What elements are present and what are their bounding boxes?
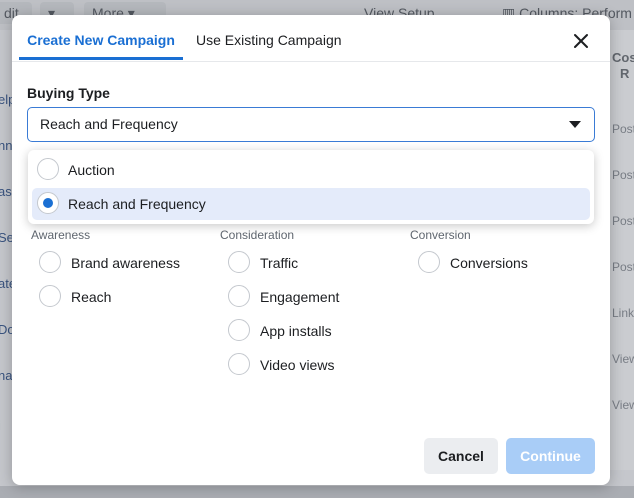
objective-brand-awareness[interactable]: Brand awareness <box>39 251 199 275</box>
tab-use-existing-campaign[interactable]: Use Existing Campaign <box>196 15 342 57</box>
buying-type-value: Reach and Frequency <box>40 116 178 132</box>
objective-label: Video views <box>260 357 335 373</box>
option-label: Reach and Frequency <box>68 196 206 212</box>
tab-create-new-campaign[interactable]: Create New Campaign <box>19 15 183 60</box>
option-reach-and-frequency[interactable]: Reach and Frequency <box>32 188 590 220</box>
buying-type-dropdown: Auction Reach and Frequency <box>28 150 594 224</box>
awareness-heading: Awareness <box>31 228 91 242</box>
radio-unchecked-icon <box>228 319 250 341</box>
buying-type-select[interactable]: Reach and Frequency <box>27 107 595 142</box>
continue-button[interactable]: Continue <box>506 438 595 474</box>
radio-unchecked-icon <box>418 251 440 273</box>
objective-engagement[interactable]: Engagement <box>228 285 388 309</box>
objective-video-views[interactable]: Video views <box>228 353 388 377</box>
option-auction[interactable]: Auction <box>32 154 590 186</box>
objective-label: Brand awareness <box>71 255 180 271</box>
objective-label: Reach <box>71 289 112 305</box>
close-icon[interactable] <box>572 32 590 50</box>
option-label: Auction <box>68 162 115 178</box>
header-divider <box>12 61 610 62</box>
objective-app-installs[interactable]: App installs <box>228 319 388 343</box>
objective-label: Conversions <box>450 255 528 271</box>
objective-label: App installs <box>260 323 332 339</box>
caret-down-icon <box>569 121 581 128</box>
objective-conversions[interactable]: Conversions <box>418 251 578 275</box>
radio-unchecked-icon <box>39 285 61 307</box>
create-campaign-modal: Create New Campaign Use Existing Campaig… <box>12 15 610 485</box>
objective-label: Engagement <box>260 289 340 305</box>
consideration-heading: Consideration <box>220 228 295 242</box>
objective-label: Traffic <box>260 255 299 271</box>
radio-checked-icon <box>37 192 59 214</box>
radio-unchecked-icon <box>37 158 59 180</box>
radio-unchecked-icon <box>228 285 250 307</box>
objective-reach[interactable]: Reach <box>39 285 199 309</box>
objective-traffic[interactable]: Traffic <box>228 251 388 275</box>
radio-unchecked-icon <box>228 251 250 273</box>
conversion-heading: Conversion <box>410 228 471 242</box>
buying-type-label: Buying Type <box>27 85 110 101</box>
radio-unchecked-icon <box>228 353 250 375</box>
close-icon-glyph <box>574 34 588 48</box>
cancel-button[interactable]: Cancel <box>424 438 498 474</box>
radio-unchecked-icon <box>39 251 61 273</box>
